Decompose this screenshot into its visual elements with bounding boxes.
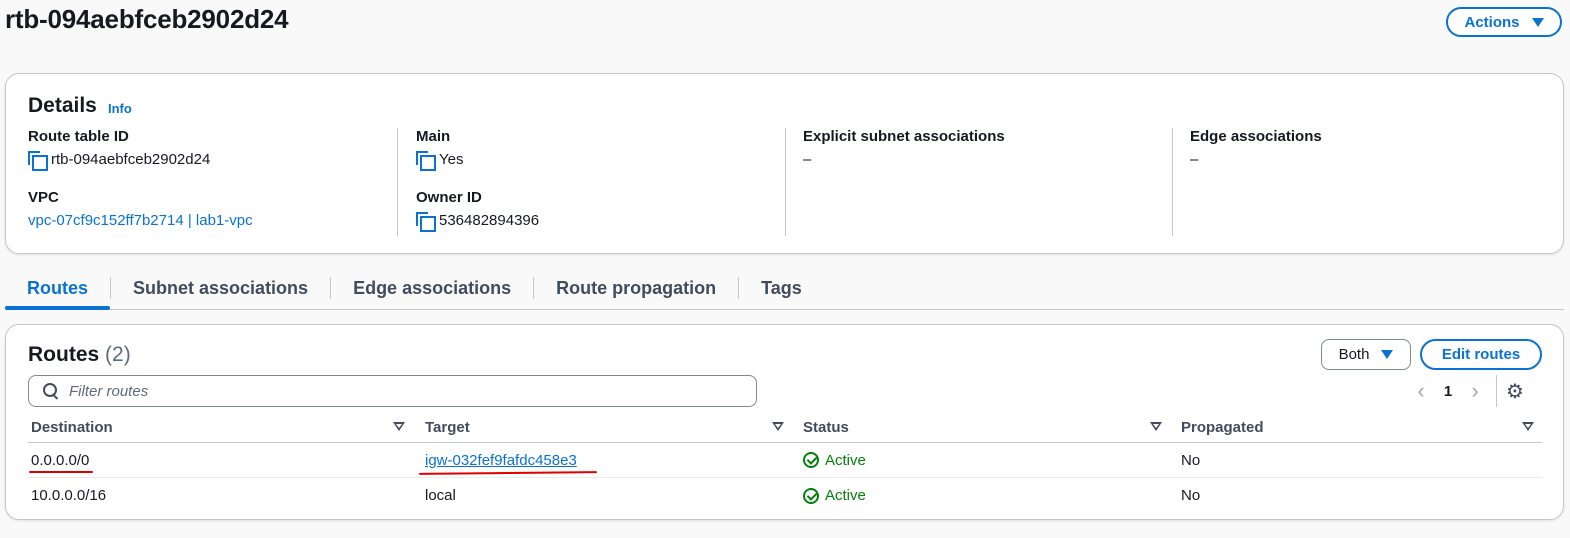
vpc-label: VPC xyxy=(28,189,59,206)
sort-icon[interactable] xyxy=(1150,422,1162,431)
details-column-2: Main Yes Owner ID 536482894396 xyxy=(416,128,776,236)
table-row: 0.0.0.0/0 igw-032fef9fafdc458e3 Active N… xyxy=(28,443,1542,478)
routes-count: (2) xyxy=(105,343,131,366)
details-column-4: Edge associations – xyxy=(1190,128,1550,236)
caret-down-icon xyxy=(1531,17,1544,27)
destination-value: 0.0.0.0/0 xyxy=(31,451,90,469)
route-filter-select-value: Both xyxy=(1338,346,1370,363)
annotation-underline xyxy=(418,471,598,475)
propagated-value: No xyxy=(1181,487,1201,504)
details-heading: Details xyxy=(28,94,97,117)
target-value: local xyxy=(425,487,456,504)
info-link[interactable]: Info xyxy=(108,101,132,116)
tab-subnet-associations[interactable]: Subnet associations xyxy=(111,270,330,308)
routes-heading: Routes (2) xyxy=(28,343,131,367)
filter-routes-input[interactable] xyxy=(69,382,729,400)
tab-bar: Routes Subnet associations Edge associat… xyxy=(5,270,1564,310)
details-panel: Details Info Route table ID rtb-094aebfc… xyxy=(5,73,1564,254)
status-value: Active xyxy=(825,451,866,469)
target-cell: igw-032fef9fafdc458e3 xyxy=(418,443,800,477)
column-header-label: Destination xyxy=(31,419,113,436)
routes-heading-label: Routes xyxy=(28,343,100,366)
destination-cell: 0.0.0.0/0 xyxy=(28,443,422,477)
destination-value: 10.0.0.0/16 xyxy=(31,487,107,504)
tab-route-propagation[interactable]: Route propagation xyxy=(534,270,738,308)
propagated-value: No xyxy=(1181,451,1201,469)
column-header-status[interactable]: Status xyxy=(800,413,1178,442)
column-header-propagated[interactable]: Propagated xyxy=(1178,413,1542,442)
caret-down-icon xyxy=(1381,350,1394,359)
column-divider xyxy=(785,128,786,236)
pagination-divider xyxy=(1496,375,1497,407)
routes-panel: Routes (2) Both Edit routes ‹ 1 › ⚙ Dest… xyxy=(5,324,1564,520)
edge-associations-value: – xyxy=(1190,150,1199,168)
table-header: Destination Target Status Propagated xyxy=(28,413,1542,443)
tab-tags[interactable]: Tags xyxy=(739,270,824,308)
target-cell: local xyxy=(422,478,800,513)
chevron-left-icon[interactable]: ‹ xyxy=(1406,377,1436,405)
actions-button[interactable]: Actions xyxy=(1446,7,1562,37)
route-table-id-field: Route table ID rtb-094aebfceb2902d24 xyxy=(28,128,388,171)
target-link[interactable]: igw-032fef9fafdc458e3 xyxy=(425,452,577,469)
search-icon xyxy=(43,383,59,399)
explicit-subnet-associations-label: Explicit subnet associations xyxy=(803,128,1005,145)
status-cell: Active xyxy=(800,478,1178,513)
table-row: 10.0.0.0/16 local Active No xyxy=(28,478,1542,513)
vpc-link[interactable]: vpc-07cf9c152ff7b2714 | lab1-vpc xyxy=(28,212,253,229)
destination-cell: 10.0.0.0/16 xyxy=(28,478,422,513)
tab-edge-associations[interactable]: Edge associations xyxy=(331,270,533,308)
routes-table: Destination Target Status Propagated 0.0… xyxy=(28,413,1542,513)
details-column-3: Explicit subnet associations – xyxy=(803,128,1163,236)
page-number[interactable]: 1 xyxy=(1436,383,1460,400)
filter-routes-field[interactable] xyxy=(28,375,757,407)
vpc-field: VPC vpc-07cf9c152ff7b2714 | lab1-vpc xyxy=(28,189,388,230)
sort-icon[interactable] xyxy=(1522,422,1534,431)
status-value: Active xyxy=(825,487,866,504)
column-header-destination[interactable]: Destination xyxy=(28,413,422,442)
edge-associations-field: Edge associations – xyxy=(1190,128,1550,169)
owner-id-field: Owner ID 536482894396 xyxy=(416,189,776,232)
column-divider xyxy=(1172,128,1173,236)
pagination: ‹ 1 › ⚙ xyxy=(1406,375,1525,407)
copy-icon[interactable] xyxy=(416,151,436,171)
column-header-target[interactable]: Target xyxy=(422,413,800,442)
propagated-cell: No xyxy=(1178,443,1542,477)
copy-icon[interactable] xyxy=(416,212,436,232)
edit-routes-button[interactable]: Edit routes xyxy=(1420,339,1542,370)
main-label: Main xyxy=(416,128,451,145)
sort-icon[interactable] xyxy=(393,422,405,431)
owner-id-label: Owner ID xyxy=(416,189,482,206)
column-header-label: Status xyxy=(803,419,849,436)
explicit-subnet-associations-field: Explicit subnet associations – xyxy=(803,128,1163,169)
column-header-label: Target xyxy=(425,419,470,436)
annotation-underline xyxy=(29,471,93,473)
route-filter-select[interactable]: Both xyxy=(1321,339,1411,370)
details-column-1: Route table ID rtb-094aebfceb2902d24 VPC… xyxy=(28,128,388,236)
route-table-id-value: rtb-094aebfceb2902d24 xyxy=(51,150,211,168)
tab-routes[interactable]: Routes xyxy=(5,270,111,310)
column-divider xyxy=(397,128,398,236)
explicit-subnet-associations-value: – xyxy=(803,150,812,168)
edge-associations-label: Edge associations xyxy=(1190,128,1322,145)
main-field: Main Yes xyxy=(416,128,776,171)
status-success-icon xyxy=(803,487,819,504)
column-header-label: Propagated xyxy=(1181,419,1264,436)
propagated-cell: No xyxy=(1178,478,1542,513)
status-success-icon xyxy=(803,452,819,468)
gear-icon[interactable]: ⚙ xyxy=(1505,381,1525,403)
actions-button-label: Actions xyxy=(1464,13,1520,31)
route-table-id-label: Route table ID xyxy=(28,128,129,145)
sort-icon[interactable] xyxy=(772,422,784,431)
chevron-right-icon[interactable]: › xyxy=(1460,377,1490,405)
main-value: Yes xyxy=(439,150,464,168)
status-cell: Active xyxy=(800,443,1178,477)
page-title: rtb-094aebfceb2902d24 xyxy=(5,4,289,34)
copy-icon[interactable] xyxy=(28,151,48,171)
owner-id-value: 536482894396 xyxy=(439,211,540,229)
